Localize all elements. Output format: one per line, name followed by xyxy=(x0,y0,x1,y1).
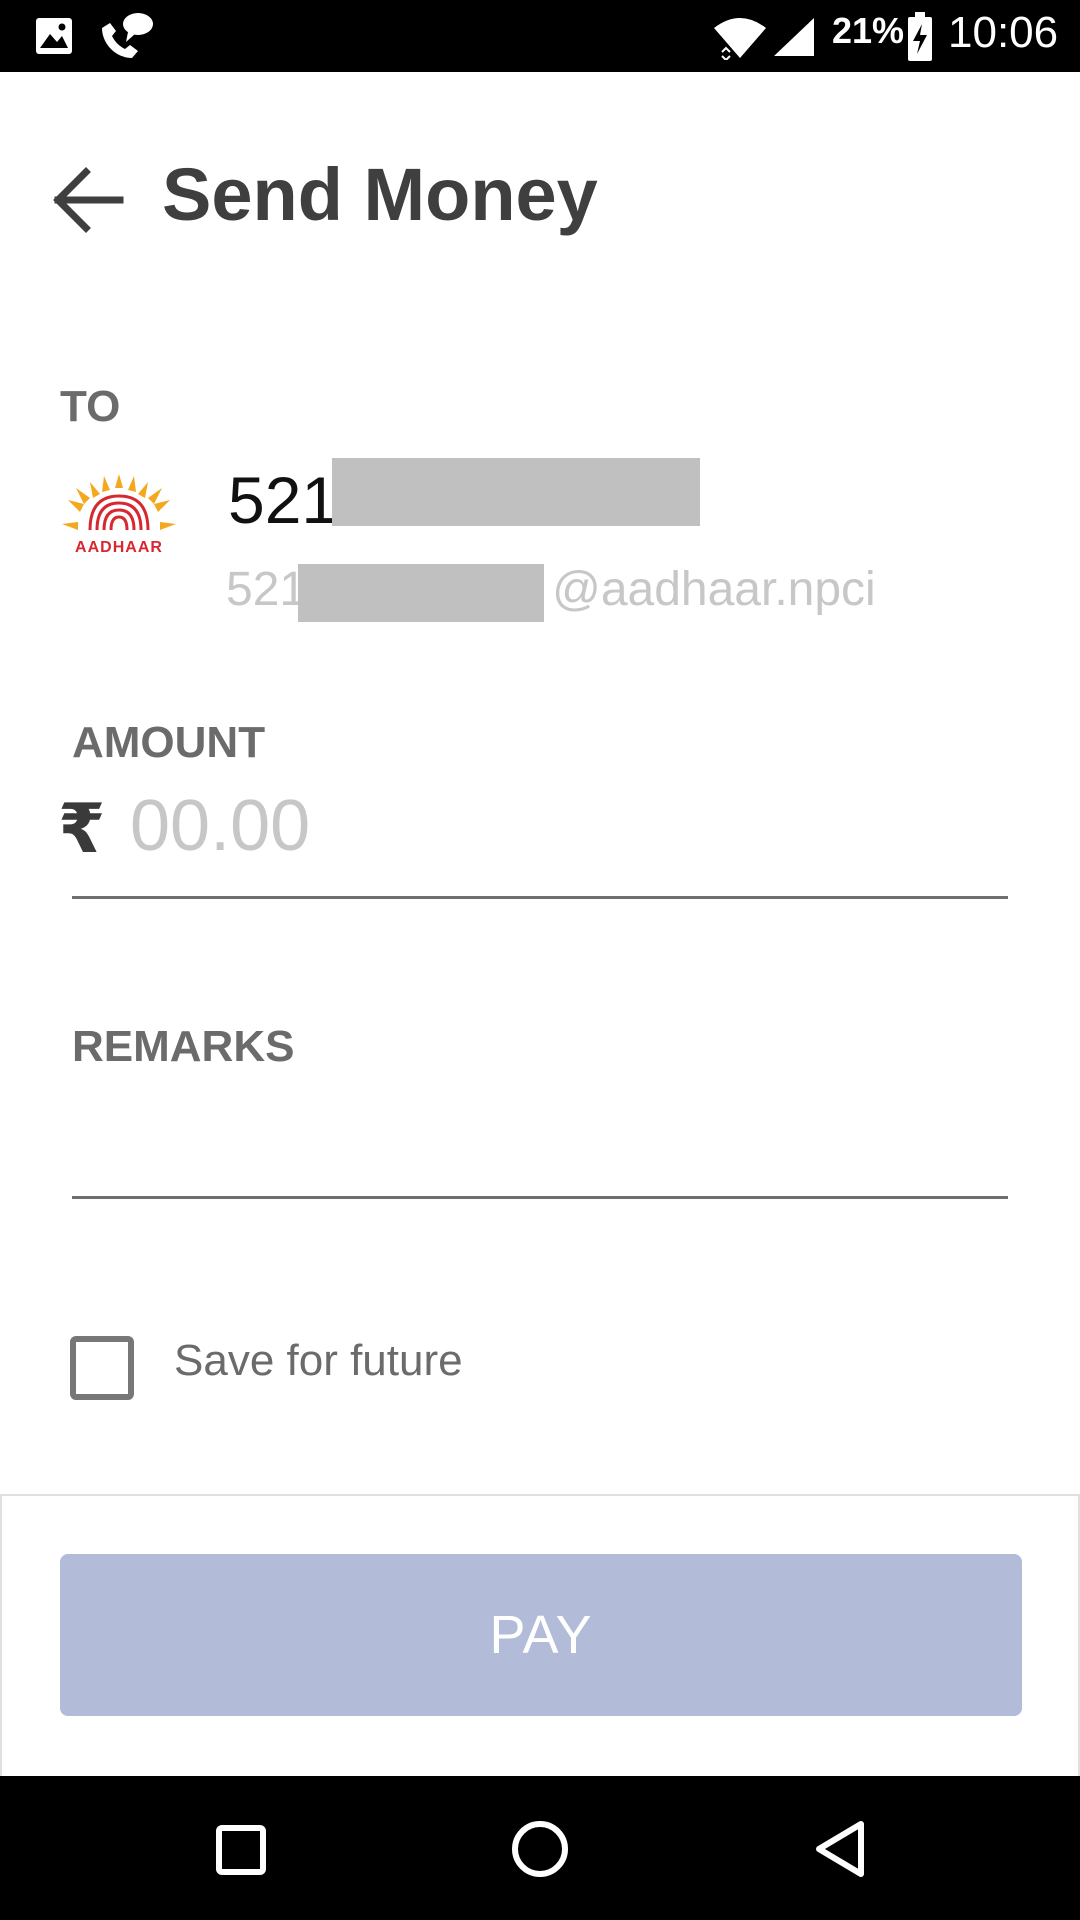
amount-label: AMOUNT xyxy=(72,718,266,767)
remarks-input[interactable] xyxy=(72,1100,1008,1196)
page-title: Send Money xyxy=(162,153,598,236)
to-label: TO xyxy=(60,382,121,431)
pay-panel: PAY xyxy=(0,1494,1080,1776)
battery-charging-icon xyxy=(908,12,932,61)
signal-icon xyxy=(774,18,814,56)
amount-underline xyxy=(72,896,1008,899)
amount-input[interactable] xyxy=(130,784,1000,868)
vpa-prefix: 521 xyxy=(226,563,307,616)
image-icon xyxy=(36,18,72,54)
status-time: 10:06 xyxy=(948,8,1059,57)
navigation-bar xyxy=(0,1776,1080,1920)
save-for-future-label: Save for future xyxy=(174,1336,463,1385)
remarks-underline xyxy=(72,1196,1008,1199)
arrow-left-icon xyxy=(53,167,124,233)
app-header: Send Money xyxy=(0,72,1080,312)
vpa-suffix: @aadhaar.npci xyxy=(552,563,876,616)
status-bar: 21% 10:06 xyxy=(0,0,1080,72)
redacted-name-block xyxy=(332,458,700,526)
send-money-screen: 21% 10:06 Send Money TO AADHAAR 521 521 … xyxy=(0,0,1080,1920)
call-chat-icon xyxy=(102,13,153,58)
save-for-future-checkbox[interactable] xyxy=(70,1336,134,1400)
pay-button[interactable]: PAY xyxy=(60,1554,1022,1716)
recipient-name: 521 xyxy=(228,463,339,537)
battery-percent: 21% xyxy=(832,10,905,51)
aadhaar-logo-text: AADHAAR xyxy=(75,539,163,556)
back-triangle-icon[interactable] xyxy=(795,1804,885,1894)
aadhaar-logo: AADHAAR xyxy=(62,474,176,556)
rupee-icon: ₹ xyxy=(58,791,106,867)
wifi-icon xyxy=(714,18,766,60)
recents-square-icon[interactable] xyxy=(195,1804,285,1894)
back-button[interactable] xyxy=(48,158,132,242)
remarks-label: REMARKS xyxy=(72,1022,295,1071)
redacted-vpa-block xyxy=(298,564,544,622)
home-circle-icon[interactable] xyxy=(495,1804,585,1894)
